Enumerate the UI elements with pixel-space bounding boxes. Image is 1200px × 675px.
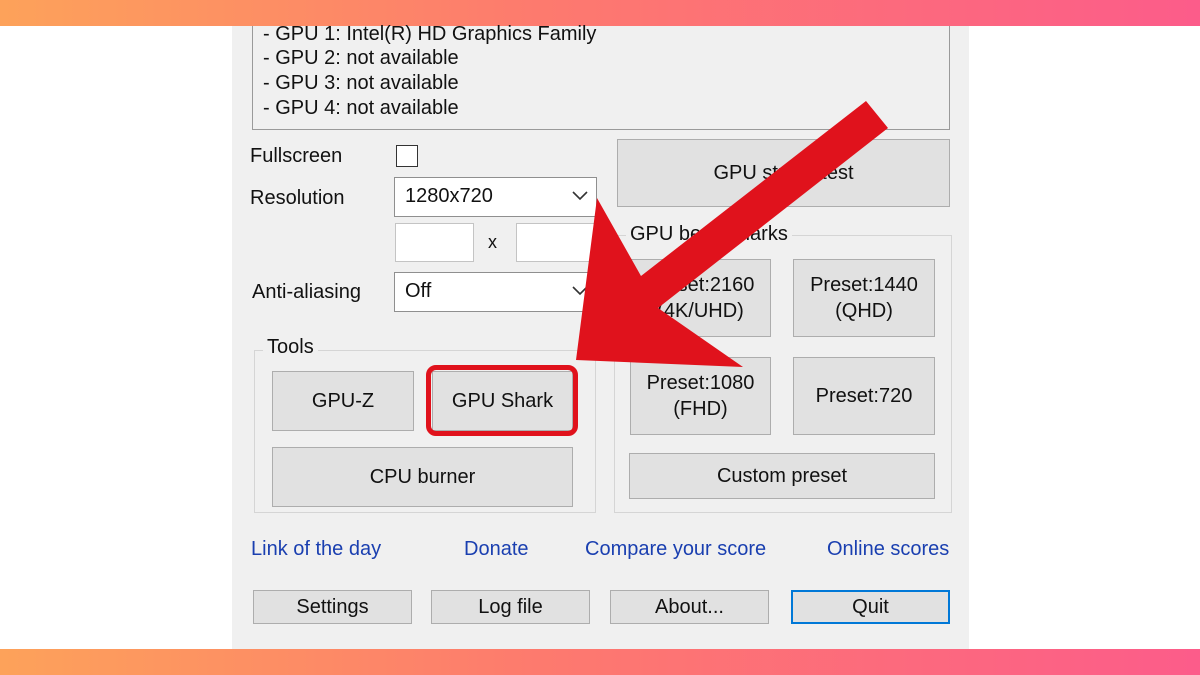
- bottom-decorative-bar: [0, 649, 1200, 675]
- gpu-shark-highlight-box: [426, 365, 578, 436]
- red-arrow-annotation: [576, 101, 888, 367]
